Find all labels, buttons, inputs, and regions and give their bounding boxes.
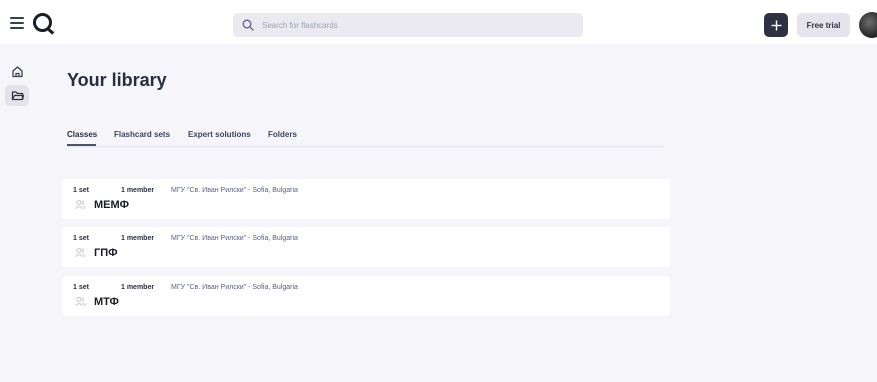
class-card[interactable]: 1 set 1 member МГУ "Св. Иван Рилски" - S… [62,227,670,267]
search-input[interactable] [260,19,564,31]
users-icon [75,200,86,210]
search-bar[interactable] [233,13,583,37]
set-count: 1 set [73,284,89,291]
school-name: МГУ "Св. Иван Рилски" - Sofia, Bulgaria [171,187,298,194]
class-card[interactable]: 1 set 1 member МГУ "Св. Иван Рилски" - S… [62,179,670,219]
set-count: 1 set [73,235,89,242]
users-icon [75,297,86,307]
school-name: МГУ "Св. Иван Рилски" - Sofia, Bulgaria [171,235,298,242]
folder-icon[interactable] [11,89,24,102]
hamburger-menu-icon[interactable] [10,17,24,29]
plus-icon [771,20,781,30]
school-name: МГУ "Св. Иван Рилски" - Sofia, Bulgaria [171,284,298,291]
member-count: 1 member [121,284,155,291]
tab-expert-solutions[interactable]: Expert solutions [188,130,251,139]
search-icon [242,19,254,31]
quizlet-logo[interactable] [33,13,52,32]
class-name: МТФ [94,296,119,308]
page-title: Your library [67,70,167,90]
users-icon [75,248,86,258]
top-bar: Free trial [0,0,877,44]
tab-flashcard-sets[interactable]: Flashcard sets [114,130,170,139]
library-tabs: Classes Flashcard sets Expert solutions … [67,130,664,147]
free-trial-button[interactable]: Free trial [797,13,850,37]
set-count: 1 set [73,187,89,194]
member-count: 1 member [121,235,155,242]
tab-classes[interactable]: Classes [67,130,97,139]
home-icon[interactable] [11,65,24,78]
active-tab-indicator [67,144,96,146]
class-card[interactable]: 1 set 1 member МГУ "Св. Иван Рилски" - S… [62,276,670,316]
create-button[interactable] [764,13,788,37]
class-name: МЕМФ [94,199,130,211]
class-name: ГПФ [94,247,118,259]
member-count: 1 member [121,187,155,194]
avatar[interactable] [859,12,877,38]
tab-folders[interactable]: Folders [268,130,297,139]
